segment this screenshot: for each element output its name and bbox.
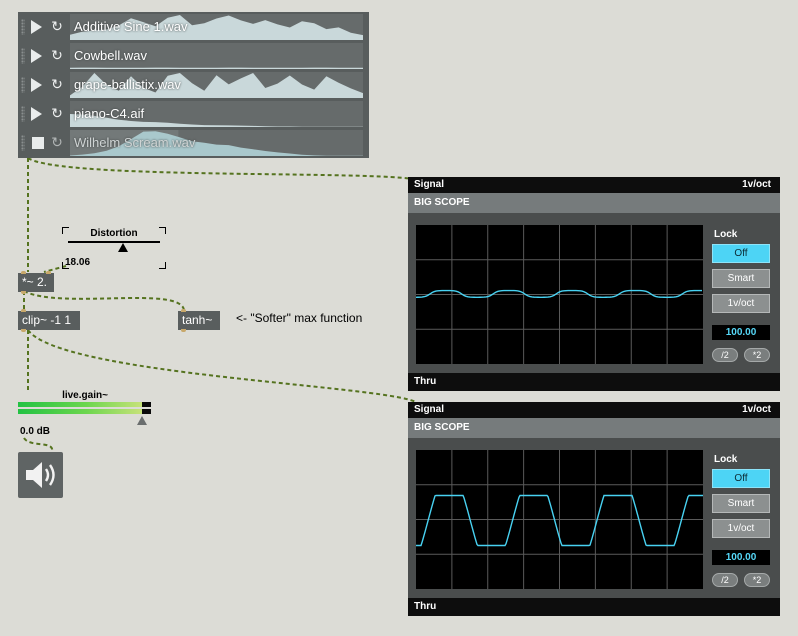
loop-icon[interactable]: ↻: [50, 134, 64, 150]
meter-right: [18, 409, 142, 414]
file-name: Cowbell.wav: [74, 48, 147, 63]
scope-bottom-bar: Thru: [408, 598, 780, 616]
outlet[interactable]: [21, 329, 26, 332]
outlet[interactable]: [21, 291, 26, 294]
file-name: Additive Sine 1.wav: [74, 19, 188, 34]
cord-multiply-to-tanh: [23, 290, 185, 311]
frequency-number-box[interactable]: 100.00: [712, 325, 770, 340]
speaker-icon: [26, 462, 55, 488]
inlet[interactable]: [181, 309, 186, 312]
distortion-slider[interactable]: Distortion 18.06: [62, 227, 166, 269]
outlet[interactable]: [181, 329, 186, 332]
multiply-object[interactable]: *~ 2.: [18, 271, 54, 294]
scope-bottom-bar: Thru: [408, 373, 780, 391]
scope-input-label: Signal: [414, 404, 445, 415]
speaker-button[interactable]: [18, 452, 63, 498]
player-row: ↻ Additive Sine 1.wav: [18, 13, 369, 41]
meter-left: [18, 402, 142, 407]
scope-title-bar: BIG SCOPE: [408, 193, 780, 213]
drag-handle-icon[interactable]: [21, 77, 25, 93]
slider-track[interactable]: [68, 241, 160, 243]
play-button-icon[interactable]: [31, 78, 42, 92]
file-name: Wilhelm Scream.wav: [74, 135, 196, 150]
lock-1voct-button[interactable]: 1v/oct: [712, 294, 770, 313]
play-button-icon[interactable]: [31, 107, 42, 121]
divide-button[interactable]: /2: [712, 348, 738, 362]
multiply-button[interactable]: *2: [744, 348, 770, 362]
file-name: piano-C4.aif: [74, 106, 145, 121]
scope-title: BIG SCOPE: [414, 422, 470, 433]
slider-value: 18.06: [65, 257, 91, 268]
lock-off-button[interactable]: Off: [712, 469, 770, 488]
scope-thru-label: Thru: [414, 601, 437, 612]
multiply-object-text: *~ 2.: [22, 275, 48, 289]
divide-button[interactable]: /2: [712, 573, 738, 587]
scope-top-bar: Signal 1v/oct: [408, 177, 780, 193]
file-name: grape-ballistix.wav: [74, 77, 181, 92]
loop-icon[interactable]: ↻: [50, 47, 64, 63]
tanh-object-text: tanh~: [182, 313, 213, 327]
gain-label: live.gain~: [62, 390, 108, 401]
slider-label: Distortion: [90, 228, 138, 239]
scope-thru-label: Thru: [414, 376, 437, 387]
lock-label: Lock: [714, 229, 738, 240]
gain-thumb-icon[interactable]: [137, 416, 147, 425]
scope-title: BIG SCOPE: [414, 197, 470, 208]
cord-player-to-scope1: [27, 157, 419, 181]
big-scope: Signal 1v/oct BIG SCOPE Lock Off Smart 1v/oct 1…: [408, 402, 780, 616]
scope-input-label: Signal: [414, 179, 445, 190]
sample-player: ↻ Additive Sine 1.wav ↻ Cowbell.wav ↻ grape-b…: [18, 12, 369, 158]
player-row: ↻ piano-C4.aif: [18, 100, 369, 128]
inlet[interactable]: [46, 271, 51, 274]
drag-handle-icon[interactable]: [21, 48, 25, 64]
play-button-icon[interactable]: [31, 49, 42, 63]
bracket-br: [159, 262, 166, 269]
player-row: ↻ Cowbell.wav: [18, 42, 369, 70]
player-row: ↻ Wilhelm Scream.wav: [18, 129, 369, 157]
clip-object[interactable]: clip~ -1 1: [18, 309, 80, 332]
drag-handle-icon[interactable]: [21, 19, 25, 35]
gain-slider[interactable]: [18, 402, 152, 425]
loop-icon[interactable]: ↻: [50, 76, 64, 92]
drag-handle-icon[interactable]: [21, 135, 25, 151]
tanh-object[interactable]: tanh~: [178, 309, 220, 332]
inlet[interactable]: [21, 271, 26, 274]
lock-off-button[interactable]: Off: [712, 244, 770, 263]
player-row: ↻ grape-ballistix.wav: [18, 71, 369, 99]
scope-top-bar: Signal 1v/oct: [408, 402, 780, 418]
gain-value: 0.0 dB: [20, 426, 51, 437]
frequency-number-box[interactable]: 100.00: [712, 550, 770, 565]
cord-gain-to-speaker: [23, 437, 54, 453]
drag-handle-icon[interactable]: [21, 106, 25, 122]
lock-smart-button[interactable]: Smart: [712, 269, 770, 288]
multiply-button[interactable]: *2: [744, 573, 770, 587]
scope-display[interactable]: [416, 450, 703, 589]
scope-display[interactable]: [416, 225, 703, 364]
loop-icon[interactable]: ↻: [50, 105, 64, 121]
clip-object-text: clip~ -1 1: [22, 313, 72, 327]
scope-mode-label: 1v/oct: [742, 179, 771, 190]
scope-title-bar: BIG SCOPE: [408, 418, 780, 438]
lock-1voct-button[interactable]: 1v/oct: [712, 519, 770, 538]
meter-gap: [142, 407, 151, 409]
stop-button-icon[interactable]: [32, 137, 44, 149]
slider-thumb-icon[interactable]: [118, 243, 128, 252]
loop-icon[interactable]: ↻: [50, 18, 64, 34]
play-button-icon[interactable]: [31, 20, 42, 34]
softer-max-comment: <- "Softer" max function: [236, 311, 363, 325]
big-scope: Signal 1v/oct BIG SCOPE Lock Off Smart 1v/oct 1…: [408, 177, 780, 391]
inlet[interactable]: [21, 309, 26, 312]
lock-label: Lock: [714, 454, 738, 465]
lock-smart-button[interactable]: Smart: [712, 494, 770, 513]
scope-mode-label: 1v/oct: [742, 404, 771, 415]
